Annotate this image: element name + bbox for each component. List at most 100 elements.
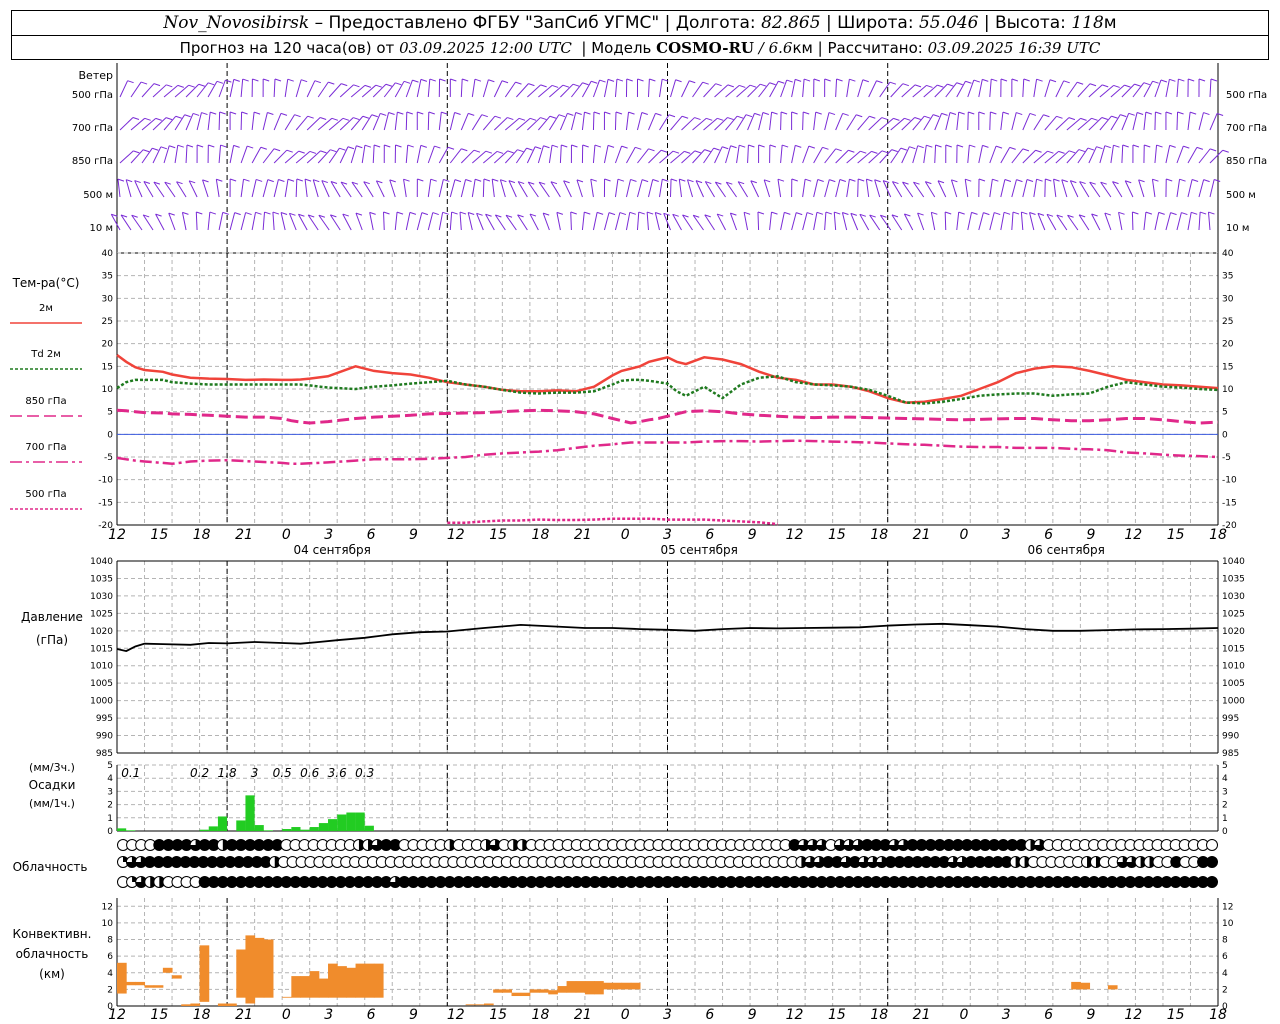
wind-barb xyxy=(857,115,870,131)
wind-barb xyxy=(695,180,704,198)
wind-barb xyxy=(967,212,972,231)
wind-barb-tick xyxy=(1199,211,1207,215)
conv-bar xyxy=(575,981,586,993)
wind-barb-tick xyxy=(432,212,439,216)
wind-barb-tick xyxy=(1012,211,1020,215)
wind-barb xyxy=(117,179,121,198)
wind-barb xyxy=(1055,117,1070,131)
wind-barb xyxy=(306,117,321,131)
wind-barb xyxy=(978,145,983,164)
wind-barb-tick xyxy=(380,112,387,116)
wind-barb-tick xyxy=(188,84,195,88)
hour-label: 21 xyxy=(235,527,253,543)
wind-barb xyxy=(460,179,467,198)
wind-barb-tick xyxy=(496,150,504,154)
wind-barb-tick xyxy=(1011,78,1019,82)
wind-barb-tick xyxy=(243,178,250,182)
pressure-ytick: 1025 xyxy=(1222,609,1245,619)
wind-barb xyxy=(295,151,311,164)
wind-barb-tick xyxy=(914,117,921,120)
wind-barb xyxy=(923,145,927,164)
conv-bar xyxy=(612,982,623,990)
wind-barb-tick xyxy=(468,112,475,116)
wind-barb xyxy=(1187,212,1192,231)
wind-barb-tick xyxy=(264,211,271,215)
wind-barb xyxy=(321,180,330,198)
wind-barb xyxy=(556,212,561,231)
wind-barb-tick xyxy=(252,78,259,82)
wind-barb-tick xyxy=(175,115,182,119)
wind-barb-tick xyxy=(608,212,616,216)
conv-bar xyxy=(493,989,503,993)
wind-barb-tick xyxy=(1056,115,1063,119)
conv-title-2: облачность xyxy=(16,947,89,961)
wind-barb-tick xyxy=(304,178,312,182)
wind-barb xyxy=(950,179,958,198)
wind-barb xyxy=(777,179,782,198)
temp-ytick: 10 xyxy=(102,385,114,395)
wind-barb-tick xyxy=(637,78,644,82)
wind-barb-tick xyxy=(684,150,691,154)
wind-barb-tick xyxy=(849,78,856,82)
wind-barb xyxy=(1061,179,1068,198)
wind-barb xyxy=(835,78,838,98)
wind-barb-tick xyxy=(739,84,746,88)
wind-barb-tick xyxy=(454,112,461,115)
wind-barb-tick xyxy=(201,112,208,116)
wind-barb xyxy=(687,179,694,198)
temp-legend-label: 850 гПа xyxy=(25,396,66,407)
wind-barb xyxy=(614,145,623,164)
precip-label: 0.1 xyxy=(121,766,140,780)
wind-barb xyxy=(125,179,132,198)
hour-label: 0 xyxy=(621,1007,630,1023)
wind-barb-tick xyxy=(983,212,990,216)
wind-barb xyxy=(1077,147,1089,164)
precip-bar xyxy=(117,828,127,831)
wind-barb-tick xyxy=(1101,117,1108,120)
hour-label: 3 xyxy=(324,1007,333,1023)
wind-level-label: 500 гПа xyxy=(1226,90,1267,101)
wind-barb-tick xyxy=(937,84,944,88)
wind-barb-tick xyxy=(1203,179,1210,183)
wind-barb xyxy=(989,79,992,98)
wind-barb-tick xyxy=(689,80,696,84)
wind-barb xyxy=(1198,212,1201,231)
wind-barb-tick xyxy=(481,114,488,118)
conv-ytick: 2 xyxy=(1222,985,1228,995)
wind-barb xyxy=(215,179,220,198)
wind-barb xyxy=(846,79,850,98)
wind-barb xyxy=(704,181,715,198)
wind-barb-tick xyxy=(132,117,140,120)
hour-label: 18 xyxy=(193,527,211,543)
hour-label: 9 xyxy=(748,527,757,543)
wind-barb xyxy=(802,212,808,231)
precip-ytick: 3 xyxy=(107,787,113,797)
hour-label: 21 xyxy=(574,1007,592,1023)
wind-barb xyxy=(1187,179,1193,198)
wind-barb-tick xyxy=(1096,146,1103,150)
wind-barb-tick xyxy=(233,78,240,82)
wind-barb xyxy=(273,78,276,98)
wind-barb-tick xyxy=(629,211,636,215)
wind-barb xyxy=(527,181,539,198)
wind-barb xyxy=(1000,147,1011,164)
precip-bar xyxy=(199,829,209,831)
wind-barb-tick xyxy=(347,146,355,150)
wind-barb-tick xyxy=(1076,81,1084,85)
pressure-ytick: 995 xyxy=(1222,714,1239,724)
wind-barb xyxy=(857,178,859,198)
wind-barb xyxy=(833,212,837,231)
wind-barb-tick xyxy=(388,112,395,116)
pressure-ytick: 1040 xyxy=(1222,557,1245,567)
pressure-ytick: 1000 xyxy=(90,697,113,707)
wind-barb-tick xyxy=(1178,78,1185,82)
wind-barb-tick xyxy=(935,144,942,148)
conv-ytick: 4 xyxy=(1222,969,1228,979)
conv-bar xyxy=(484,1003,494,1006)
wind-barb xyxy=(576,179,583,198)
wind-barb xyxy=(1154,145,1158,164)
wind-barb-tick xyxy=(439,78,446,82)
wind-barb xyxy=(769,112,773,131)
wind-barb xyxy=(1000,112,1004,131)
wind-barb xyxy=(1066,117,1081,131)
